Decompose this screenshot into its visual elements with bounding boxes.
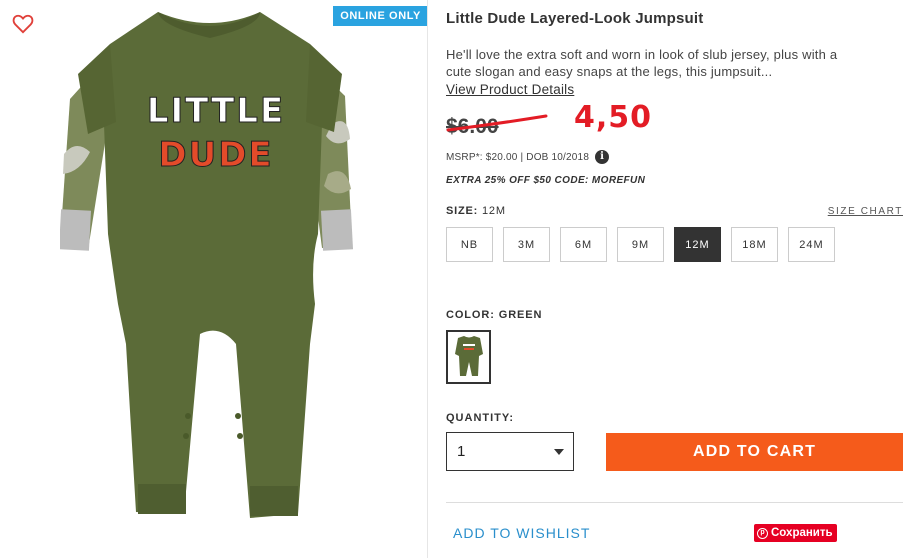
heart-icon[interactable] (12, 14, 34, 34)
size-option-nb[interactable]: NB (446, 227, 493, 262)
size-label: SIZE: 12M (446, 205, 506, 217)
size-option-3m[interactable]: 3M (503, 227, 550, 262)
save-label: Сохранить (771, 527, 833, 539)
msrp-text: MSRP*: $20.00 | DOB 10/2018 (446, 151, 590, 163)
size-chart-link[interactable]: SIZE CHART (828, 206, 903, 217)
add-to-wishlist-link[interactable]: ADD TO WISHLIST (453, 525, 590, 541)
quantity-value: 1 (457, 443, 466, 460)
selected-size-value: 12M (481, 205, 506, 217)
quantity-label: QUANTITY: (446, 412, 515, 424)
size-options: NB 3M 6M 9M 12M 18M 24M (446, 227, 835, 262)
product-details: Little Dude Layered-Look Jumpsuit He'll … (446, 0, 906, 558)
size-option-24m[interactable]: 24M (788, 227, 835, 262)
size-option-6m[interactable]: 6M (560, 227, 607, 262)
original-price: $6.00 (446, 115, 499, 138)
size-label-text: SIZE: (446, 205, 479, 217)
add-to-cart-button[interactable]: ADD TO CART (606, 433, 903, 471)
quantity-select[interactable]: 1 (446, 432, 574, 471)
size-option-12m[interactable]: 12M (674, 227, 721, 262)
handwritten-new-price: 4,50 (574, 100, 653, 135)
shirt-graphic-text-line2: DUDE (158, 135, 273, 175)
product-title: Little Dude Layered-Look Jumpsuit (446, 10, 704, 27)
divider (446, 502, 903, 503)
product-image-panel: ONLINE ONLY LITTLE DUDE (0, 0, 428, 558)
shirt-graphic-text-line1: LITTLE (147, 91, 285, 131)
chevron-down-icon (554, 448, 564, 455)
product-image[interactable]: LITTLE DUDE (60, 4, 360, 552)
msrp-line: MSRP*: $20.00 | DOB 10/2018 i (446, 150, 610, 164)
size-option-9m[interactable]: 9M (617, 227, 664, 262)
size-option-18m[interactable]: 18M (731, 227, 778, 262)
promo-text: EXTRA 25% OFF $50 CODE: MOREFUN (446, 175, 646, 186)
color-label: COLOR: GREEN (446, 309, 543, 321)
product-description: He'll love the extra soft and worn in lo… (446, 47, 838, 79)
pinterest-save-button[interactable]: p Сохранить (754, 524, 837, 542)
swatch-thumbnail (454, 336, 483, 376)
info-icon[interactable]: i (595, 150, 610, 164)
view-product-details-link[interactable]: View Product Details (446, 82, 574, 97)
pinterest-icon: p (757, 527, 768, 539)
color-swatch-green[interactable] (446, 330, 491, 384)
